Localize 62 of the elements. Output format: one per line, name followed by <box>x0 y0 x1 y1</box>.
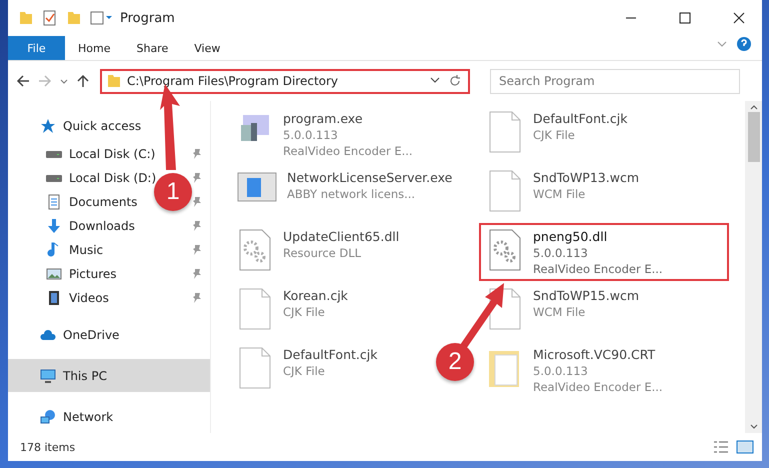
folder-icon <box>106 73 122 89</box>
new-folder-icon <box>66 10 82 26</box>
monitor-icon <box>40 368 56 384</box>
maximize-icon <box>679 12 691 24</box>
file-item[interactable]: DefaultFont.cjk CJK File <box>479 105 636 163</box>
star-icon <box>40 118 56 134</box>
chevron-down-icon <box>60 78 68 84</box>
gears-file-icon <box>237 229 273 271</box>
file-icon <box>487 170 523 212</box>
arrow-annotation <box>458 283 504 349</box>
ribbon-tab[interactable]: View <box>181 36 234 60</box>
details-view-icon <box>712 439 730 455</box>
address-bar[interactable]: C:\Program Files\Program Directory <box>100 68 470 94</box>
scroll-down-icon[interactable] <box>750 424 758 429</box>
window-title: Program <box>120 10 176 26</box>
large-icons-view-icon <box>736 439 754 455</box>
sidebar-item[interactable]: Music <box>8 238 156 262</box>
ribbon-tab[interactable]: File <box>8 36 65 60</box>
item-count: 178 items <box>20 440 76 454</box>
ribbon-tab[interactable]: Share <box>123 36 182 60</box>
sidebar-item[interactable]: Local Disk (C:) <box>8 142 156 166</box>
down-arrow-icon <box>46 218 62 234</box>
ribbon-tab[interactable]: Home <box>65 36 124 60</box>
close-icon <box>733 12 745 24</box>
file-item[interactable]: SndToWP13.wcm WCM File <box>479 164 647 222</box>
drive-icon <box>46 174 62 182</box>
sidebar-item[interactable]: Local Disk (D:) <box>8 166 156 190</box>
file-icon <box>237 347 273 389</box>
file-item[interactable]: NetworkLicenseServer.exe ABBY network licens... <box>229 164 460 222</box>
sidebar-item[interactable]: Downloads <box>8 214 156 238</box>
properties-icon <box>42 10 58 26</box>
file-item[interactable]: pneng50.dll 5.0.0.113 RealVideo Encoder E... <box>479 223 729 281</box>
sidebar-item[interactable]: Quick access <box>8 109 210 142</box>
window-icon <box>237 170 277 204</box>
file-icon <box>487 111 523 153</box>
list-view-icon <box>90 10 112 26</box>
picture-icon <box>46 266 62 282</box>
file-icon <box>237 288 273 330</box>
drive-icon <box>46 150 62 158</box>
file-item[interactable]: UpdateClient65.dll Resource DLL <box>229 223 408 281</box>
document-icon <box>46 194 62 210</box>
folder-icon <box>18 10 34 26</box>
scroll-up-icon[interactable] <box>750 105 758 110</box>
sidebar-item[interactable]: Documents <box>8 190 156 214</box>
sidebar-item[interactable]: OneDrive <box>8 318 210 351</box>
sidebar-item[interactable]: Pictures <box>8 262 156 286</box>
minimize-icon <box>625 17 637 19</box>
scrollbar[interactable] <box>745 101 762 433</box>
scrollbar-thumb[interactable] <box>748 112 760 162</box>
file-item[interactable]: Microsoft.VC90.CRT 5.0.0.113 RealVideo Encoder E... <box>479 341 671 399</box>
file-item[interactable]: Korean.cjk CJK File <box>229 282 356 340</box>
help-icon <box>736 36 752 52</box>
file-item[interactable]: program.exe 5.0.0.113 RealVideo Encoder E... <box>229 105 421 163</box>
gears-file-icon <box>487 229 523 271</box>
sidebar-item[interactable]: Videos <box>8 286 156 310</box>
sidebar-item[interactable]: This PC <box>8 359 210 392</box>
recent-locations-button[interactable] <box>58 76 70 86</box>
sidebar-item[interactable]: Network <box>8 400 210 433</box>
search-field[interactable]: Search Program <box>490 68 740 94</box>
network-icon <box>40 408 56 424</box>
film-icon <box>46 290 62 306</box>
file-item[interactable]: DefaultFont.cjk CJK File <box>229 341 386 399</box>
